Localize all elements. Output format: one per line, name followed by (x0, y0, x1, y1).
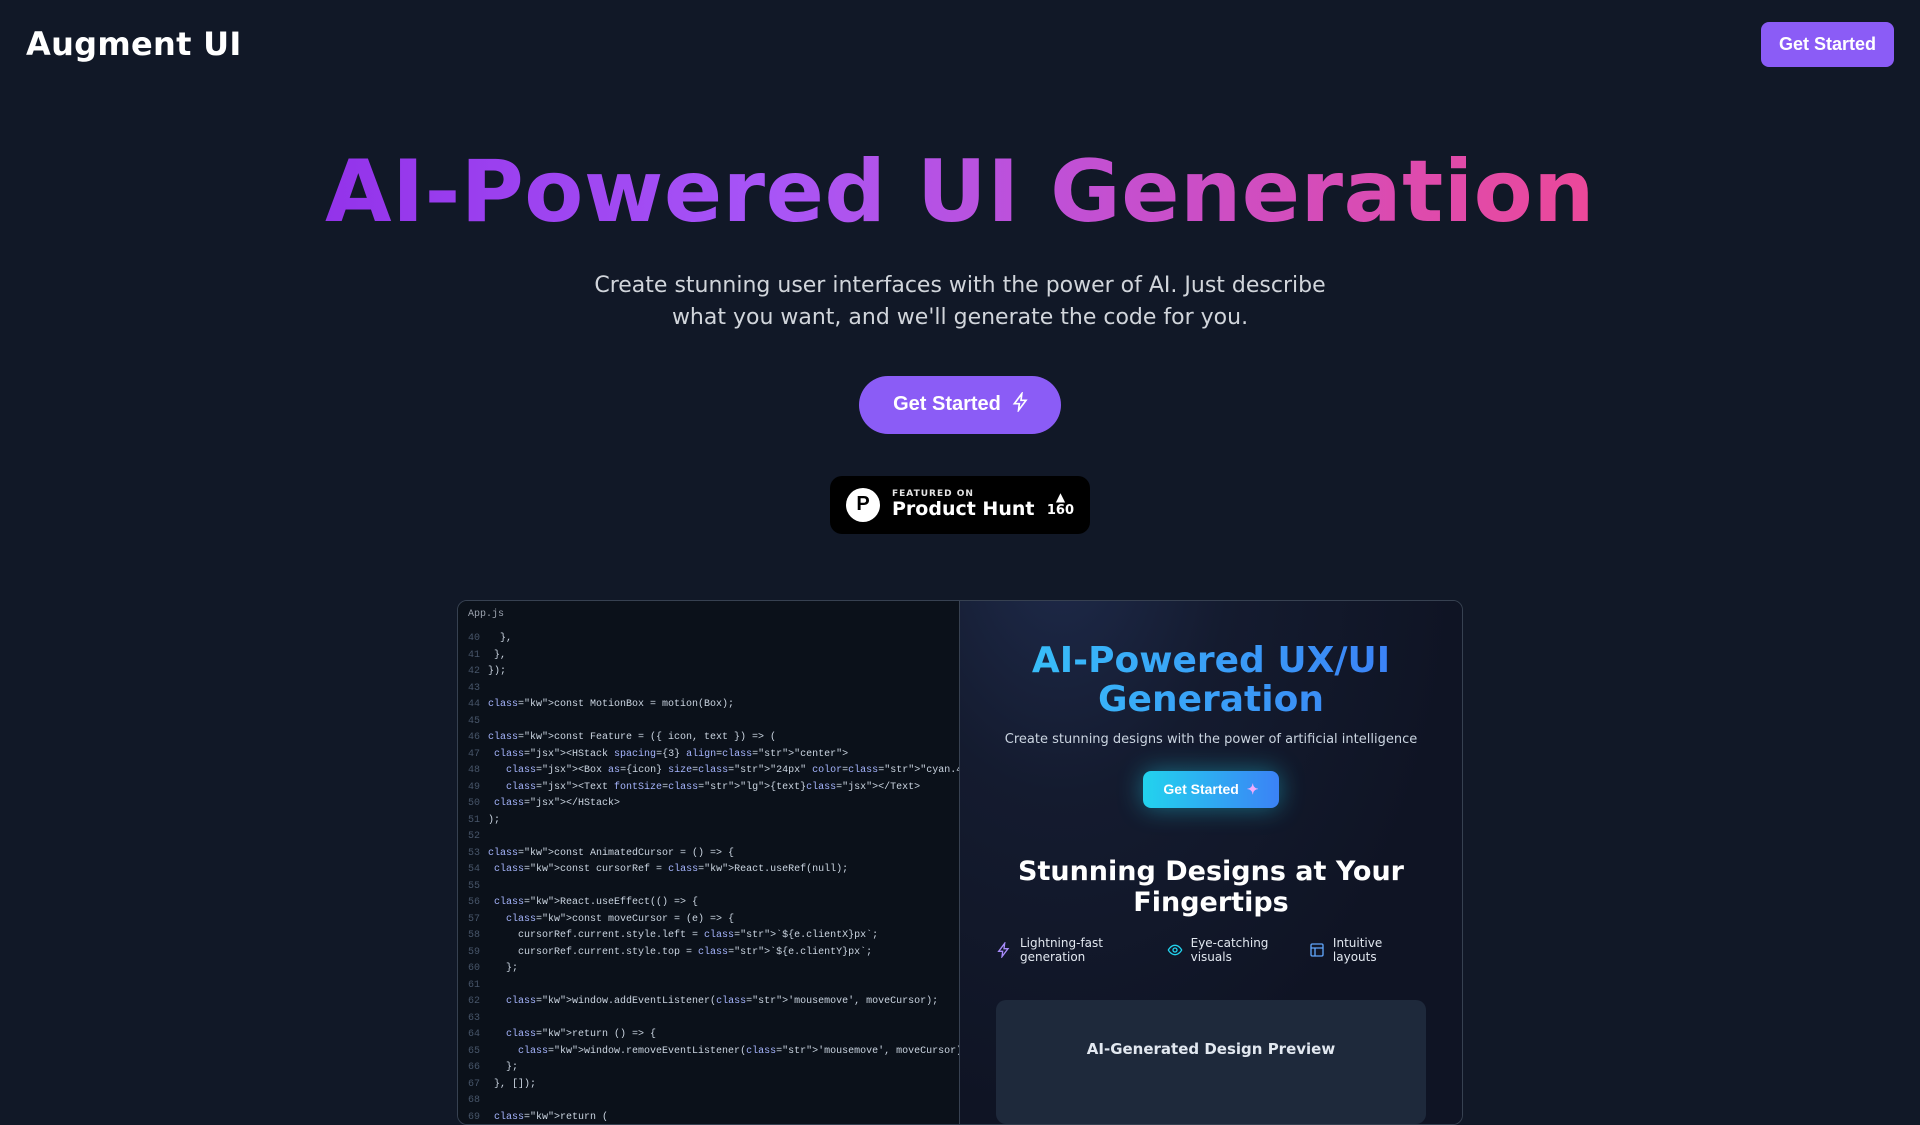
upvote-icon: ▲ (1056, 491, 1065, 503)
feature-label: Lightning-fast generation (1020, 936, 1167, 964)
lightning-icon (996, 942, 1012, 958)
sparkle-icon: ✦ (1247, 781, 1259, 798)
product-hunt-upvote[interactable]: ▲ 160 (1047, 491, 1074, 518)
code-listing: 40 },41 },42});43 44class="kw">const Mot… (458, 629, 959, 1125)
get-started-hero-button[interactable]: Get Started (859, 376, 1061, 434)
editor-tab[interactable]: App.js (458, 601, 959, 630)
get-started-nav-button[interactable]: Get Started (1761, 22, 1894, 67)
preview-cta-label: Get Started (1163, 781, 1238, 797)
product-hunt-text: FEATURED ON Product Hunt (892, 490, 1035, 519)
hero-subtitle: Create stunning user interfaces with the… (580, 270, 1340, 334)
feature-item: Intuitive layouts (1309, 936, 1426, 964)
feature-item: Eye-catching visuals (1167, 936, 1309, 964)
preview-get-started-button[interactable]: Get Started ✦ (1143, 771, 1278, 808)
feature-label: Eye-catching visuals (1191, 936, 1309, 964)
hero-cta-label: Get Started (893, 393, 1001, 416)
lightning-icon (1011, 392, 1031, 418)
preview-section-heading: Stunning Designs at Your Fingertips (990, 856, 1432, 918)
product-hunt-name: Product Hunt (892, 500, 1035, 520)
preview-card: AI-Generated Design Preview (996, 1000, 1426, 1124)
feature-item: Lightning-fast generation (996, 936, 1167, 964)
layout-icon (1309, 942, 1325, 958)
top-nav: Augment UI Get Started (0, 0, 1920, 88)
demo-container: App.js 40 },41 },42});43 44class="kw">co… (457, 600, 1463, 1125)
rendered-preview-panel: AI-Powered UX/UIGeneration Create stunni… (960, 601, 1462, 1124)
upvote-count: 160 (1047, 503, 1074, 518)
preview-card-label: AI-Generated Design Preview (1087, 1040, 1335, 1058)
eye-icon (1167, 942, 1183, 958)
product-hunt-badge[interactable]: P FEATURED ON Product Hunt ▲ 160 (830, 476, 1090, 534)
preview-title: AI-Powered UX/UIGeneration (1032, 641, 1390, 720)
product-hunt-logo-icon: P (846, 488, 880, 522)
hero-title: AI-Powered UI Generation (325, 142, 1595, 242)
hero-section: AI-Powered UI Generation Create stunning… (0, 88, 1920, 1125)
preview-subtitle: Create stunning designs with the power o… (1005, 732, 1417, 747)
preview-features-row: Lightning-fast generation Eye-catching v… (990, 936, 1432, 964)
code-editor-panel: App.js 40 },41 },42});43 44class="kw">co… (458, 601, 960, 1124)
brand-logo[interactable]: Augment UI (26, 25, 242, 63)
feature-label: Intuitive layouts (1333, 936, 1426, 964)
